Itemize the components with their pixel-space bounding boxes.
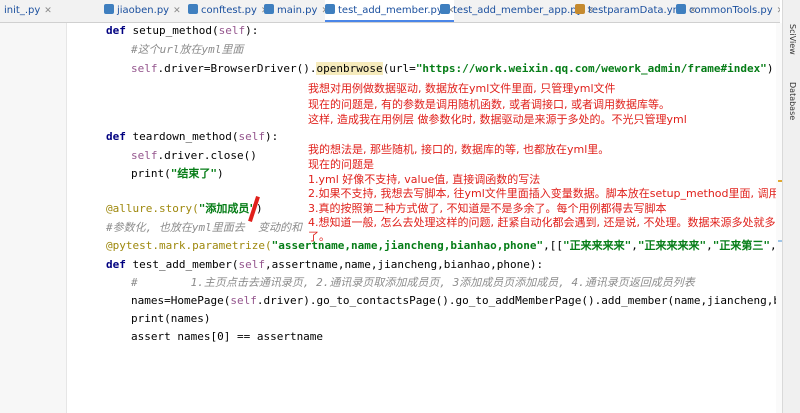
code-text: ) — [217, 167, 224, 180]
code-text: ,assertname,name,jiancheng,bianhao,phone… — [264, 258, 544, 271]
self-token: self — [238, 130, 265, 143]
tab-test-add-member-app[interactable]: test_add_member_app.py ✕ — [440, 0, 594, 22]
self-token: self — [131, 62, 158, 75]
editor-tab-bar: init_.py✕ jiaoben.py✕ conftest.py✕ main.… — [0, 0, 780, 23]
tab-commontools[interactable]: commonTools.py ✕ — [676, 0, 780, 22]
tab-init[interactable]: init_.py ✕ — [4, 0, 52, 22]
code-line[interactable]: @allure.story("添加成员") — [106, 199, 263, 219]
decorator: @pytest.mark.parametrize( — [106, 239, 272, 252]
tab-label: main.py — [277, 5, 318, 16]
string-literal: "添加成员" — [198, 202, 256, 215]
code-line[interactable]: def teardown_method(self): — [106, 127, 278, 147]
annotation-note: 我想对用例做数据驱动, 数据放在yml文件里面, 只管理yml文件 — [308, 82, 616, 95]
code-text: .driver.close() — [157, 149, 257, 162]
code-text: .driver=BrowserDriver(). — [157, 62, 317, 75]
self-token: self — [230, 294, 257, 307]
annotation-note: 了。 — [308, 230, 330, 243]
string-literal: "正来第三" — [712, 239, 770, 252]
code-text: ,[[ — [543, 239, 563, 252]
string-literal: "https://work.weixin.qq.com/wework_admin… — [415, 62, 767, 75]
code-text: test_add_member( — [125, 258, 239, 271]
code-text: print(names) — [131, 312, 211, 325]
tab-label: conftest.py — [201, 5, 257, 16]
keyword: def — [106, 258, 126, 271]
tab-label: test_add_member_app.py — [453, 5, 583, 16]
code-line[interactable]: print(names) — [131, 309, 210, 329]
self-token: self — [131, 149, 158, 162]
tab-label: init_.py — [4, 5, 41, 16]
annotation-note: 现在的问题是 — [308, 158, 374, 171]
code-text: names=HomePage( — [131, 294, 231, 307]
string-literal: "正来来来来" — [562, 239, 632, 252]
tab-main[interactable]: main.py✕ — [264, 0, 329, 22]
code-line[interactable]: self.driver=BrowserDriver().openbrwose(u… — [131, 59, 773, 79]
code-line[interactable]: print("结束了") — [131, 164, 224, 184]
python-file-icon — [104, 4, 114, 14]
database-tab[interactable]: Database — [784, 82, 800, 120]
self-token: self — [238, 258, 265, 271]
close-icon[interactable]: ✕ — [44, 6, 52, 16]
tab-label: test_add_member.py — [338, 5, 443, 16]
code-text: print( — [131, 167, 171, 180]
annotation-note: 现在的问题是, 有的参数是调用随机函数, 或者调接口, 或者调用数据库等。 — [308, 98, 670, 111]
code-line[interactable]: assert names[0] == assertname — [131, 327, 323, 347]
code-line[interactable]: names=HomePage(self.driver).go_to_contac… — [131, 291, 800, 311]
keyword: def — [106, 24, 126, 37]
python-file-icon — [325, 4, 335, 14]
python-file-icon — [440, 4, 450, 14]
code-text: ) — [766, 62, 774, 75]
line-gutter — [0, 23, 67, 413]
annotation-note: 这样, 造成我在用例层 做参数化时, 数据驱动是来源于多处的。不光只管理yml — [308, 113, 687, 126]
tab-test-add-member[interactable]: test_add_member.py ✕ — [325, 0, 455, 22]
code-text: .driver).go_to_contactsPage().go_to_addM… — [256, 294, 800, 307]
code-line[interactable]: def test_add_member(self,assertname,name… — [106, 255, 543, 275]
code-comment: #这个url放在yml里面 — [131, 43, 244, 56]
string-literal: "正来来来来" — [637, 239, 707, 252]
code-text: ): — [264, 130, 279, 143]
code-text: , — [706, 239, 713, 252]
tab-jiaoben[interactable]: jiaoben.py ✕ — [104, 0, 181, 22]
string-literal: "结束了" — [170, 167, 217, 180]
code-text: teardown_method( — [125, 130, 239, 143]
code-line[interactable]: @pytest.mark.parametrize("assertname,nam… — [106, 236, 777, 256]
annotation-note: 2.如果不支持, 我想去写脚本, 往yml文件里面插入变量数据。脚本放在setu… — [308, 187, 791, 200]
decorator: @allure.story( — [106, 202, 199, 215]
sciview-tab[interactable]: SciView — [784, 24, 800, 55]
python-file-icon — [188, 4, 198, 14]
code-method: openbrwose — [316, 62, 383, 75]
code-comment: #参数化, 也放在yml里面去 变动的和 — [106, 221, 302, 234]
code-text: setup_method( — [125, 24, 219, 37]
code-comment: # 1.主页点击去通讯录页, 2.通讯录页取添加成员页, 3添加成员页添加成员,… — [131, 276, 695, 289]
code-text: assert names[0] == assertname — [131, 330, 324, 343]
right-tool-panel: SciView Database — [782, 0, 800, 413]
tab-label: testparamData.yml — [588, 5, 686, 16]
code-line[interactable]: self.driver.close() — [131, 146, 257, 166]
tab-label: commonTools.py — [689, 5, 773, 16]
annotation-note: 我的想法是, 那些随机, 接口的, 数据库的等, 也都放在yml里。 — [308, 143, 610, 156]
close-icon[interactable]: ✕ — [777, 6, 780, 16]
code-line[interactable]: def setup_method(self): — [106, 21, 258, 41]
python-file-icon — [264, 4, 274, 14]
tab-conftest[interactable]: conftest.py✕ — [188, 0, 269, 22]
tab-label: jiaoben.py — [117, 5, 170, 16]
self-token: self — [218, 24, 246, 37]
keyword: def — [106, 130, 126, 143]
code-text: ): — [245, 24, 259, 37]
close-icon[interactable]: ✕ — [173, 6, 181, 16]
code-line[interactable]: #这个url放在yml里面 — [131, 40, 243, 60]
python-file-icon — [676, 4, 686, 14]
code-text: (url= — [382, 62, 416, 75]
code-text: , — [631, 239, 638, 252]
yaml-file-icon — [575, 4, 585, 14]
code-line[interactable]: #参数化, 也放在yml里面去 变动的和 — [106, 218, 302, 238]
code-line[interactable]: # 1.主页点击去通讯录页, 2.通讯录页取添加成员页, 3添加成员页添加成员,… — [131, 273, 695, 293]
annotation-note: 4.想知道一般, 怎么去处理这样的问题, 赶紧自动化都会遇到, 还是说, 不处理… — [308, 216, 787, 229]
